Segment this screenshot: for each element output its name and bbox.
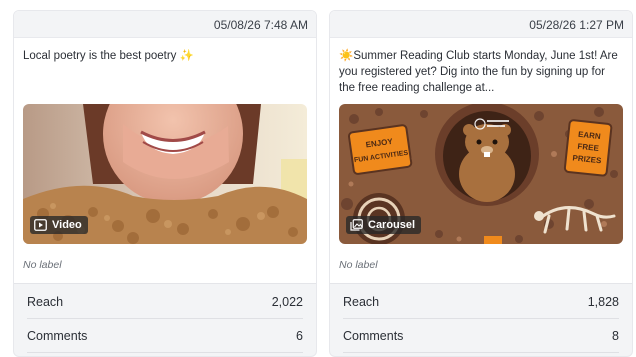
metric-value: 2,022: [271, 294, 303, 309]
post-card-1[interactable]: 05/08/26 7:48 AM Local poetry is the bes…: [13, 10, 317, 357]
post-media-video[interactable]: Video: [23, 104, 307, 244]
post-card-body: 05/28/26 1:27 PM ☀️Summer Reading Club s…: [330, 11, 632, 284]
metric-name: Comments: [27, 328, 88, 343]
media-type-label: Video: [52, 219, 82, 231]
media-type-badge: Video: [30, 216, 88, 234]
metric-row-comments: Comments 6: [27, 319, 303, 353]
post-metrics: Reach 1,828 Comments 8: [330, 285, 632, 353]
post-card-2[interactable]: 05/28/26 1:27 PM ☀️Summer Reading Club s…: [329, 10, 633, 357]
metric-value: 8: [612, 328, 619, 343]
video-icon: [34, 219, 47, 231]
metric-row-reach: Reach 2,022: [27, 285, 303, 319]
post-caption: ☀️Summer Reading Club starts Monday, Jun…: [339, 50, 618, 94]
metric-name: Reach: [27, 294, 64, 309]
post-label[interactable]: No label: [339, 259, 378, 271]
post-metrics: Reach 2,022 Comments 6: [14, 285, 316, 353]
post-card-body: 05/08/26 7:48 AM Local poetry is the bes…: [14, 11, 316, 284]
metric-row-comments: Comments 8: [343, 319, 619, 353]
metric-name: Reach: [343, 294, 380, 309]
post-media-carousel[interactable]: ENJOY FUN ACTIVITIES EARN FREE PRIZES Ca…: [339, 104, 623, 244]
post-label[interactable]: No label: [23, 259, 62, 271]
media-type-label: Carousel: [368, 219, 416, 231]
metric-value: 1,828: [587, 294, 619, 309]
post-timestamp: 05/28/26 1:27 PM: [529, 18, 624, 32]
media-type-badge: Carousel: [346, 216, 422, 234]
metric-name: Comments: [343, 328, 404, 343]
post-caption: Local poetry is the best poetry ✨: [23, 50, 194, 62]
metric-row-reach: Reach 1,828: [343, 285, 619, 319]
carousel-icon: [350, 219, 363, 231]
post-timestamp: 05/08/26 7:48 AM: [213, 18, 308, 32]
metric-value: 6: [296, 328, 303, 343]
